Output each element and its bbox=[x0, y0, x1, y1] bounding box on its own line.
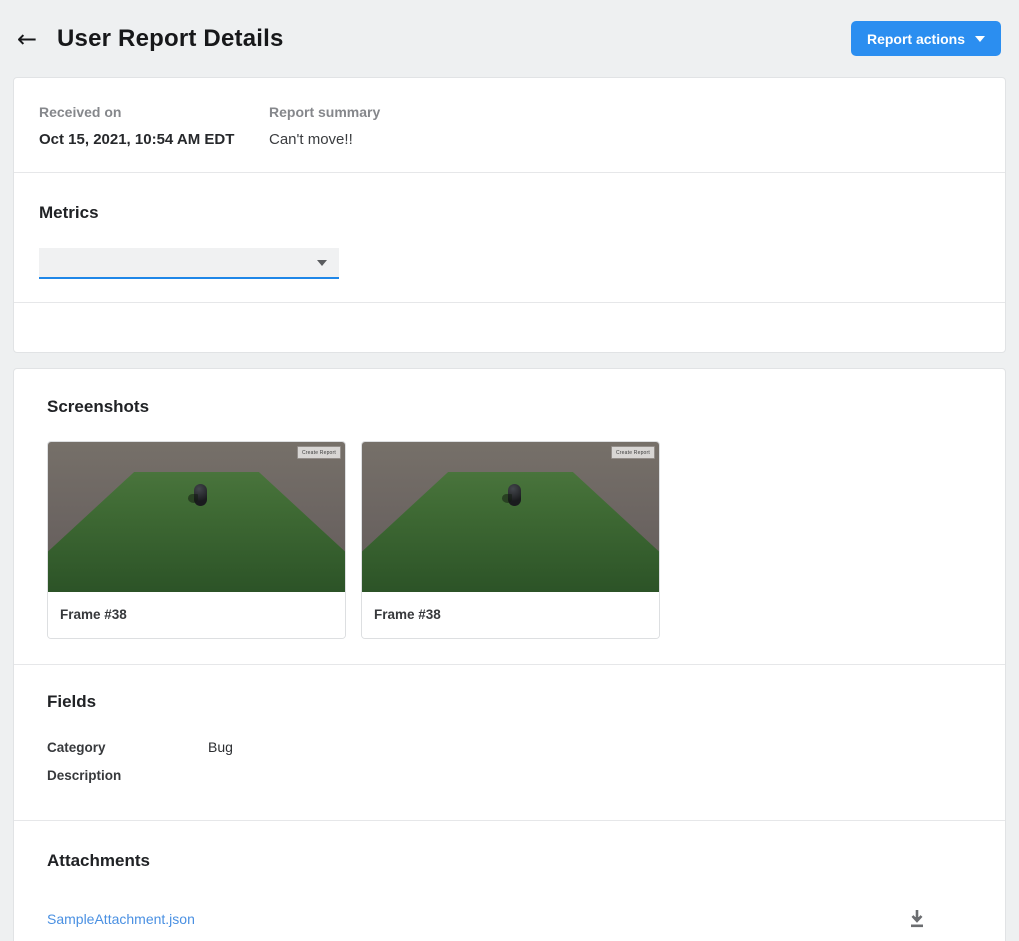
scene-create-report-button: Create Report bbox=[611, 446, 655, 459]
fields-heading: Fields bbox=[47, 692, 97, 711]
chevron-down-icon bbox=[975, 35, 985, 42]
report-summary-label: Report summary bbox=[269, 104, 381, 120]
attachments-section: Attachments SampleAttachment.json bbox=[14, 821, 1005, 941]
page-title: User Report Details bbox=[57, 24, 284, 52]
report-actions-button[interactable]: Report actions bbox=[850, 21, 1001, 56]
screenshot-thumbnail[interactable]: Create Report Frame #38 bbox=[47, 441, 346, 639]
chevron-down-icon bbox=[317, 259, 327, 266]
attachments-heading: Attachments bbox=[47, 851, 150, 870]
report-detail-card: Screenshots Create Report Frame #38 Crea… bbox=[13, 368, 1006, 941]
back-arrow-icon: ← bbox=[17, 24, 38, 53]
metrics-heading: Metrics bbox=[39, 203, 99, 222]
scene-ground bbox=[362, 472, 659, 592]
report-actions-label: Report actions bbox=[866, 30, 965, 47]
scene-ground bbox=[48, 472, 345, 592]
report-summary-column: Report summary Can't move!! bbox=[269, 104, 499, 148]
metrics-section: Metrics bbox=[14, 173, 1005, 302]
screenshot-caption: Frame #38 bbox=[362, 592, 659, 638]
field-label: Description bbox=[47, 768, 122, 783]
screenshots-row: Create Report Frame #38 Create Report Fr… bbox=[47, 441, 972, 639]
summary-section: Received on Oct 15, 2021, 10:54 AM EDT R… bbox=[14, 78, 1005, 172]
screenshot-thumbnail[interactable]: Create Report Frame #38 bbox=[361, 441, 660, 639]
screenshots-heading: Screenshots bbox=[47, 397, 150, 416]
page-header: ← User Report Details Report actions bbox=[0, 0, 1019, 77]
received-on-column: Received on Oct 15, 2021, 10:54 AM EDT bbox=[39, 104, 269, 148]
screenshots-section: Screenshots Create Report Frame #38 Crea… bbox=[14, 369, 1005, 664]
download-icon bbox=[911, 910, 923, 928]
screenshot-image: Create Report bbox=[48, 442, 345, 592]
attachment-row: SampleAttachment.json bbox=[47, 909, 972, 928]
field-rows: Category Bug Description bbox=[47, 739, 972, 783]
field-label: Category bbox=[47, 740, 106, 755]
field-value: Bug bbox=[208, 739, 233, 755]
attachment-link[interactable]: SampleAttachment.json bbox=[47, 911, 195, 927]
scene-create-report-button: Create Report bbox=[297, 446, 341, 459]
download-button[interactable] bbox=[908, 909, 926, 928]
screenshot-image: Create Report bbox=[362, 442, 659, 592]
report-summary-value: Can't move!! bbox=[269, 131, 353, 148]
fields-section: Fields Category Bug Description bbox=[14, 665, 1005, 820]
field-row-description: Description bbox=[47, 768, 972, 783]
screenshot-caption: Frame #38 bbox=[48, 592, 345, 638]
received-on-label: Received on bbox=[39, 104, 122, 120]
back-button[interactable]: ← bbox=[17, 23, 49, 55]
metrics-empty-area bbox=[14, 303, 1005, 352]
report-summary-card: Received on Oct 15, 2021, 10:54 AM EDT R… bbox=[13, 77, 1006, 353]
scene-player-capsule bbox=[502, 484, 521, 506]
field-row-category: Category Bug bbox=[47, 739, 972, 755]
received-on-value: Oct 15, 2021, 10:54 AM EDT bbox=[39, 131, 235, 148]
scene-player-capsule bbox=[188, 484, 207, 506]
metrics-select[interactable] bbox=[39, 248, 339, 279]
